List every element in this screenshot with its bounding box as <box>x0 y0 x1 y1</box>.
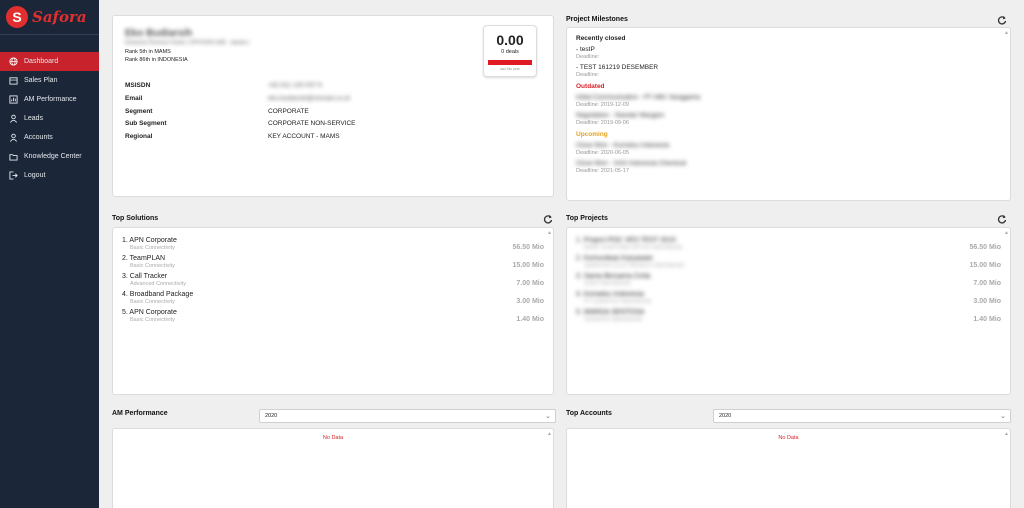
calendar-icon <box>8 76 18 86</box>
deal-score-value: 0.00 <box>496 32 524 48</box>
sidebar-item-leads[interactable]: Leads <box>0 109 99 128</box>
milestone-item[interactable]: Close Won - XAG Indonesia Chemical <box>576 160 1001 167</box>
field-segment: Segment CORPORATE <box>125 108 309 115</box>
sidebar-item-dashboard[interactable]: Dashboard <box>0 52 99 71</box>
scroll-up-icon[interactable]: ▲ <box>1004 30 1009 36</box>
sidebar-item-am-performance[interactable]: AM Performance <box>0 90 99 109</box>
score-bar <box>488 60 532 65</box>
milestone-deadline: Deadline: 2020-06-05 <box>576 150 629 156</box>
milestone-item[interactable]: - TEST 161219 DESEMBER <box>576 64 1001 71</box>
field-sub-segment: Sub Segment CORPORATE NON-SERVICE <box>125 120 356 127</box>
milestone-item[interactable]: Initial Communication - PT ABC Sanggama <box>576 94 1001 101</box>
milestone-deadline: Deadline: <box>576 54 600 60</box>
am-performance-card: No Data ▲ <box>112 428 554 508</box>
list-item[interactable]: 4. Broadband Package Basic Connectivity 3… <box>122 291 544 305</box>
milestone-item[interactable]: - testP <box>576 46 1001 53</box>
milestones-card: Recently closed - testP Deadline: - TEST… <box>566 27 1011 201</box>
folder-icon <box>8 152 18 162</box>
milestones-title: Project Milestones <box>566 16 628 23</box>
score-caption: last this year <box>500 67 520 71</box>
sidebar-item-label: Logout <box>24 172 46 179</box>
scroll-up-icon[interactable]: ▲ <box>1004 431 1009 437</box>
sidebar-item-label: AM Performance <box>24 96 77 103</box>
user-icon <box>8 114 18 124</box>
milestone-item[interactable]: Close Won - Kumatsu Indonesia <box>576 142 1001 149</box>
list-item[interactable]: 3. Call Tracker Advanced Connectivity 7.0… <box>122 273 544 287</box>
list-item[interactable]: 1. APN Corporate Basic Connectivity 56.50… <box>122 237 544 251</box>
profile-name: Eko Budiarsih <box>125 28 193 39</box>
am-performance-title: AM Performance <box>112 410 168 417</box>
sidebar: S Safora Dashboard Sales Plan AM Perform… <box>0 0 99 508</box>
sidebar-item-logout[interactable]: Logout <box>0 166 99 185</box>
profile-role: Enterprise Revenue Hunter ( OFFICER1 B2B… <box>125 40 250 46</box>
field-email: Email eko.budiarsih@xlsmart.co.id <box>125 95 350 102</box>
milestone-deadline: Deadline: 2021-05-17 <box>576 168 629 174</box>
sidebar-menu: Dashboard Sales Plan AM Performance Lead… <box>0 52 99 185</box>
logo-icon: S <box>6 6 28 28</box>
top-accounts-card: No Data ▲ <box>566 428 1011 508</box>
milestone-deadline: Deadline: 2019-09-06 <box>576 120 629 126</box>
top-accounts-title: Top Accounts <box>566 410 612 417</box>
milestone-item[interactable]: Negotiation - Standar Wasgion <box>576 112 1001 119</box>
milestone-deadline: Deadline: 2019-12-09 <box>576 102 629 108</box>
chart-icon <box>8 95 18 105</box>
rank-regional: Rank 5th in MAMS <box>125 49 171 55</box>
globe-icon <box>8 57 18 67</box>
list-item[interactable]: 2. TeamPLAN Basic Connectivity 15.00 Mio <box>122 255 544 269</box>
sidebar-item-accounts[interactable]: Accounts <box>0 128 99 147</box>
no-data-label: No Data <box>778 435 799 441</box>
list-item[interactable]: 2. Komunikasi Karyawan SAMSUNG ELECTRONIC… <box>576 255 1001 269</box>
upcoming-heading: Upcoming <box>576 131 608 138</box>
refresh-icon[interactable] <box>543 214 553 224</box>
refresh-icon[interactable] <box>997 214 1007 224</box>
top-projects-card: 1. Project POC VES TEST 2010 BANK SUMITOM… <box>566 227 1011 395</box>
account-icon <box>8 133 18 143</box>
am-performance-year-select[interactable]: 2020 ⌄ <box>259 409 556 423</box>
sidebar-item-label: Dashboard <box>24 58 59 65</box>
field-regional: Regional KEY ACCOUNT - MAMS <box>125 133 340 140</box>
sidebar-item-knowledge-center[interactable]: Knowledge Center <box>0 147 99 166</box>
rank-national: Rank 86th in INDONESIA <box>125 57 188 63</box>
top-solutions-card: 1. APN Corporate Basic Connectivity 56.50… <box>112 227 554 395</box>
list-item[interactable]: 4. Komatsu Indonesia PT KOMATSU INDONESIA… <box>576 291 1001 305</box>
list-item[interactable]: 1. Project POC VES TEST 2010 BANK SUMITOM… <box>576 237 1001 251</box>
deal-count: 0 deals <box>501 49 519 55</box>
refresh-icon[interactable] <box>997 15 1007 25</box>
chevron-down-icon: ⌄ <box>545 413 551 420</box>
milestone-deadline: Deadline: <box>576 72 600 78</box>
sidebar-item-label: Sales Plan <box>24 77 58 84</box>
field-msisdn: MSISDN +62 811 100 007 9 <box>125 82 322 89</box>
sidebar-item-label: Leads <box>24 115 44 122</box>
list-item[interactable]: 5. WARDA SENTOSA SHISEIDO INDONESIA 1.40 … <box>576 309 1001 323</box>
scroll-up-icon[interactable]: ▲ <box>1004 230 1009 236</box>
sidebar-item-label: Accounts <box>24 134 53 141</box>
brand-name: Safora <box>32 8 87 26</box>
logout-icon <box>8 171 18 181</box>
chevron-down-icon: ⌄ <box>1000 413 1006 420</box>
scroll-up-icon[interactable]: ▲ <box>547 230 552 236</box>
deal-score-card: 0.00 0 deals last this year <box>483 25 537 77</box>
top-accounts-year-select[interactable]: 2020 ⌄ <box>713 409 1011 423</box>
scroll-up-icon[interactable]: ▲ <box>547 431 552 437</box>
list-item[interactable]: 5. APN Corporate Basic Connectivity 1.40 … <box>122 309 544 323</box>
list-item[interactable]: 3. Sama Bersama Cinta SSSP INDONESIA 7.00… <box>576 273 1001 287</box>
no-data-label: No Data <box>322 435 344 441</box>
top-solutions-title: Top Solutions <box>112 215 159 222</box>
brand-logo[interactable]: S Safora <box>0 0 99 35</box>
outdated-heading: Outdated <box>576 83 605 90</box>
top-projects-title: Top Projects <box>566 215 608 222</box>
sidebar-item-label: Knowledge Center <box>24 153 82 160</box>
profile-card: Eko Budiarsih Enterprise Revenue Hunter … <box>112 15 554 197</box>
sidebar-item-sales-plan[interactable]: Sales Plan <box>0 71 99 90</box>
recently-closed-heading: Recently closed <box>576 35 626 42</box>
